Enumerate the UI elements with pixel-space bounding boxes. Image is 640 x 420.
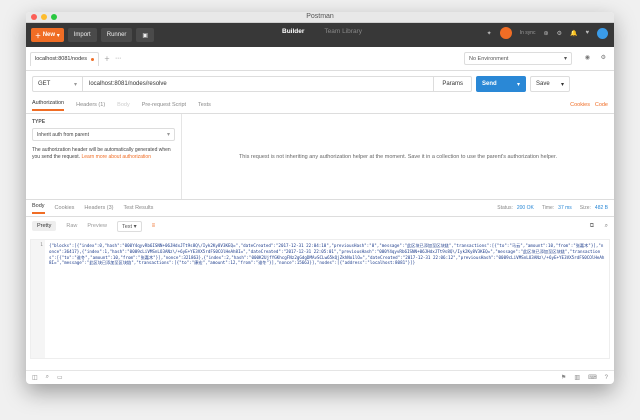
learn-more-link[interactable]: Learn more about authorization	[81, 154, 151, 160]
plus-icon: ＋	[35, 33, 42, 40]
request-tabs: localhost:8081/nodes ＋ ⋯ No Environment …	[26, 47, 614, 71]
title-bar: Postman	[26, 12, 614, 23]
tab-body[interactable]: Body	[117, 102, 130, 108]
response-tab-cookies[interactable]: Cookies	[55, 205, 75, 211]
send-button[interactable]: Send ▾	[476, 76, 526, 92]
preview-button[interactable]: Preview	[87, 223, 107, 229]
runner-button[interactable]: Runner	[100, 28, 133, 42]
team-library-tab[interactable]: Team Library	[324, 28, 362, 35]
save-button[interactable]: Save ▾	[530, 76, 570, 92]
search-icon[interactable]: ⌕	[46, 374, 49, 381]
keyboard-icon[interactable]: ⌨	[588, 374, 597, 381]
interceptor-icon[interactable]: ⊛	[544, 30, 549, 37]
status-value: 200 OK	[516, 205, 534, 211]
raw-button[interactable]: Raw	[66, 223, 77, 229]
response-tabs: Body Cookies Headers (3) Test Results St…	[26, 200, 614, 217]
new-label: New	[42, 32, 56, 38]
send-label: Send	[482, 81, 497, 87]
time-label: Time:	[541, 205, 555, 211]
auth-type-value: Inherit auth from parent	[37, 131, 89, 138]
line-gutter: 1	[31, 240, 45, 358]
pretty-button[interactable]: Pretty	[32, 221, 57, 231]
environment-select[interactable]: No Environment ▾	[464, 52, 572, 65]
code-link[interactable]: Code	[595, 102, 608, 108]
method-label: GET	[38, 81, 51, 87]
method-select[interactable]: GET ▾	[33, 77, 83, 91]
cookies-link[interactable]: Cookies	[570, 102, 590, 108]
main-toolbar: ＋ New ▾ Import Runner ▣ Builder Team Lib…	[26, 23, 614, 47]
params-button[interactable]: Params	[433, 77, 471, 91]
unsaved-dot	[90, 57, 94, 61]
url-input[interactable]: localhost:8081/nodes/resolve	[83, 81, 433, 87]
new-window-button[interactable]: ▣	[136, 28, 155, 42]
type-label: TYPE	[32, 119, 46, 125]
status-bar: ◫ ⌕ ▭ ⚑ ▥ ⌨ ?	[26, 370, 614, 384]
window-title: Postman	[306, 13, 334, 20]
chevron-down-icon: ▾	[560, 81, 564, 88]
satellite-icon[interactable]: ✦	[487, 30, 492, 37]
environment-label: No Environment	[469, 55, 509, 62]
request-tab[interactable]: localhost:8081/nodes	[30, 51, 99, 66]
status-label: Status:	[497, 205, 513, 211]
auth-note: The authorization header will be automat…	[32, 147, 175, 161]
avatar[interactable]	[597, 27, 608, 39]
time-value: 37 ms	[558, 205, 572, 211]
wrap-lines-icon[interactable]: ≡	[152, 223, 156, 229]
chevron-down-icon: ▾	[516, 81, 520, 88]
chevron-down-icon: ▾	[563, 56, 567, 62]
bootcamp-icon[interactable]: ⚑	[561, 374, 566, 381]
format-select[interactable]: Text ▾	[116, 220, 142, 232]
new-button[interactable]: ＋ New ▾	[31, 28, 64, 42]
sync-status: In sync	[519, 30, 536, 36]
settings-icon[interactable]: ⚙	[557, 30, 562, 37]
response-tab-headers[interactable]: Headers (3)	[84, 205, 113, 211]
builder-tab[interactable]: Builder	[282, 28, 304, 35]
tab-prerequest[interactable]: Pre-request Script	[142, 102, 186, 108]
size-value: 482 B	[594, 205, 608, 211]
more-tabs-icon[interactable]: ⋯	[115, 55, 121, 62]
response-tab-body[interactable]: Body	[32, 203, 45, 214]
notification-icon[interactable]: 🔔	[570, 30, 577, 37]
auth-message: This request is not inheriting any autho…	[238, 153, 558, 160]
search-icon[interactable]: ⌕	[605, 223, 608, 230]
request-bar: GET ▾ localhost:8081/nodes/resolve Param…	[26, 71, 614, 97]
heart-icon[interactable]: ♥	[585, 30, 589, 36]
response-body-text: {"blocks":[{"index":0,"hash":"000Y4qyvRb…	[49, 243, 605, 266]
save-label: Save	[536, 81, 550, 87]
help-icon[interactable]: ?	[605, 375, 608, 381]
tab-tests[interactable]: Tests	[198, 102, 211, 108]
request-tab-label: localhost:8081/nodes	[35, 56, 87, 62]
sidebar-toggle-icon[interactable]: ◫	[32, 374, 38, 381]
postman-window: Postman ＋ New ▾ Import Runner ▣ Builder …	[26, 12, 614, 384]
tab-authorization[interactable]: Authorization	[32, 100, 65, 111]
size-label: Size:	[579, 205, 591, 211]
line-number: 1	[40, 243, 43, 248]
authorization-panel: TYPE Inherit auth from parent ▾ The auth…	[26, 114, 614, 200]
console-icon[interactable]: ▭	[57, 374, 63, 381]
response-meta: Status: 200 OK Time: 37 ms Size: 482 B	[497, 205, 608, 211]
copy-icon[interactable]: ⧉	[590, 223, 594, 230]
chevron-down-icon: ▾	[56, 32, 60, 39]
add-tab-icon[interactable]: ＋	[104, 54, 110, 63]
tab-headers[interactable]: Headers (1)	[76, 102, 105, 108]
sync-icon[interactable]	[499, 27, 512, 39]
chevron-down-icon: ▾	[166, 132, 170, 138]
format-label: Text	[121, 223, 133, 230]
request-subtabs: Authorization Headers (1) Body Pre-reque…	[26, 97, 614, 114]
layout-icon[interactable]: ▥	[574, 374, 580, 381]
response-tab-tests[interactable]: Test Results	[123, 205, 153, 211]
gear-icon[interactable]: ⚙	[601, 54, 606, 61]
response-toolbar: Pretty Raw Preview Text ▾ ≡ ⧉ ⌕	[26, 217, 614, 235]
chevron-down-icon: ▾	[73, 81, 77, 88]
chevron-down-icon: ▾	[133, 223, 137, 230]
auth-type-select[interactable]: Inherit auth from parent ▾	[32, 128, 175, 141]
eye-icon[interactable]: ◉	[585, 54, 590, 61]
window-icon: ▣	[142, 32, 149, 39]
import-button[interactable]: Import	[67, 28, 97, 42]
response-editor[interactable]: 1 {"blocks":[{"index":0,"hash":"000Y4qyv…	[30, 239, 610, 359]
